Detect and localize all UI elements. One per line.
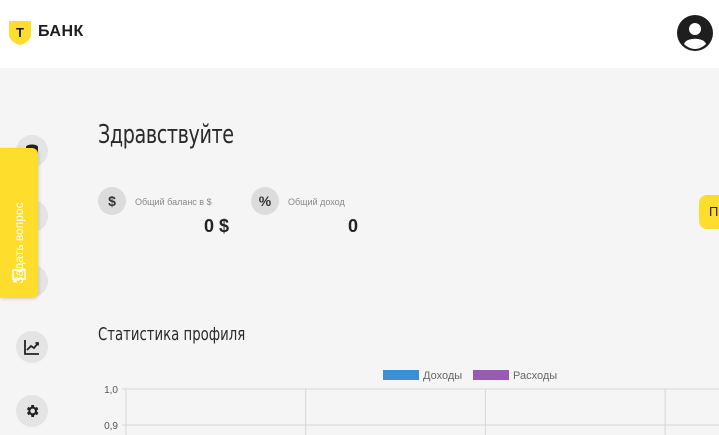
percent-icon: %: [251, 187, 279, 215]
rail-analytics-button[interactable]: [16, 331, 48, 363]
y-tick-label: 0,9: [104, 421, 118, 432]
legend-swatch: [473, 370, 509, 380]
chat-bubble-icon: [12, 269, 26, 283]
total-balance-value: 0 $: [204, 216, 230, 236]
dollar-icon: $: [98, 187, 126, 215]
legend-swatch: [383, 370, 419, 380]
ask-question-tab[interactable]: Задать вопрос: [0, 148, 38, 298]
brand-name: БАНК: [38, 23, 84, 40]
add-action-button[interactable]: П: [699, 195, 719, 229]
bank-logo-icon[interactable]: Т: [8, 20, 32, 46]
chart-line-icon: [24, 340, 39, 355]
total-balance-label: Общий баланс в $: [135, 197, 212, 207]
legend-label: Расходы: [513, 370, 557, 382]
user-avatar-icon[interactable]: [677, 15, 713, 51]
legend-label: Доходы: [423, 370, 462, 382]
svg-text:Т: Т: [16, 25, 24, 40]
y-tick-label: 1,0: [104, 385, 118, 396]
rail-settings-button[interactable]: [16, 395, 48, 427]
profile-stats-title: Статистика профиля: [98, 324, 246, 345]
gear-icon: [26, 405, 39, 417]
page-title: Здравствуйте: [98, 120, 234, 150]
top-header: Т БАНК: [0, 0, 719, 68]
profile-stats-chart: Доходы Расходы 1,0 0,9: [104, 370, 719, 435]
total-income-label: Общий доход: [288, 197, 345, 207]
total-income-value: 0: [348, 216, 359, 236]
